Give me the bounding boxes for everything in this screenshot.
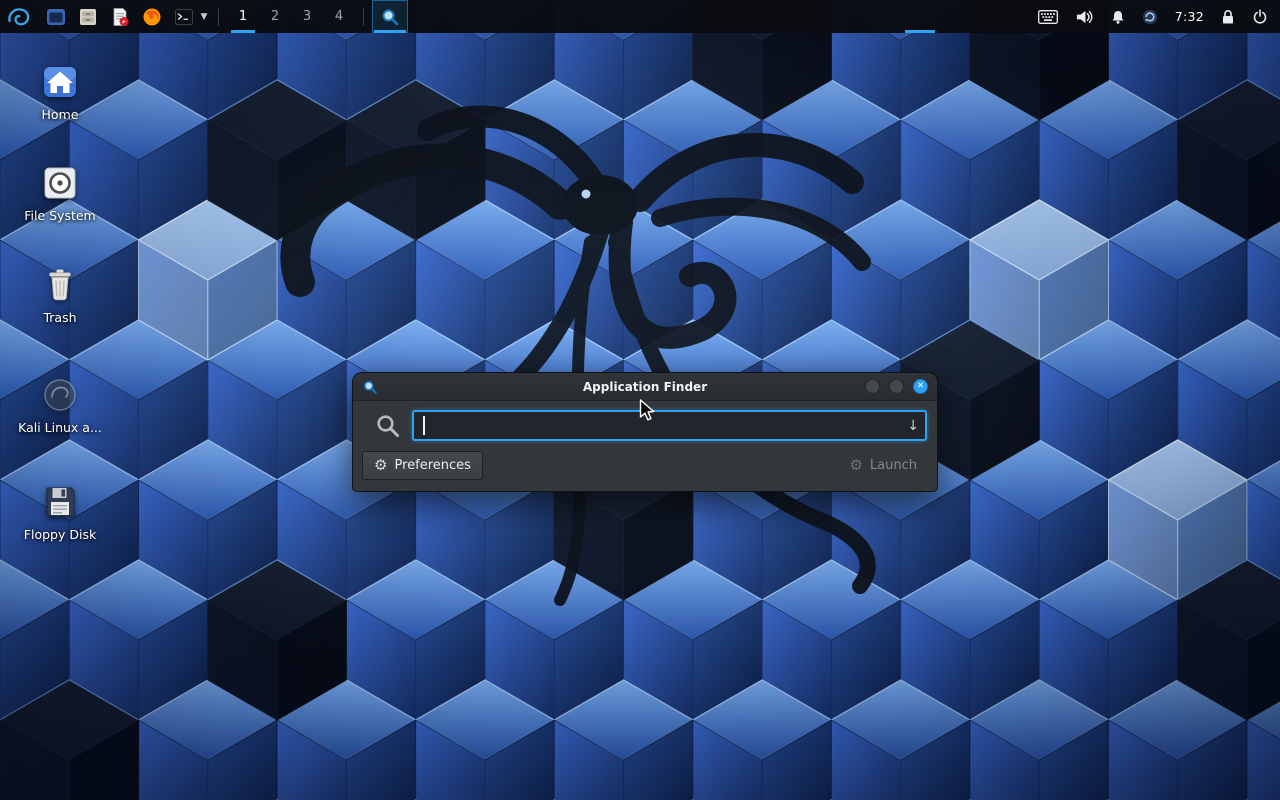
workspace-3[interactable]: 3	[291, 0, 323, 33]
search-icon	[375, 413, 401, 439]
preferences-label: Preferences	[394, 458, 470, 473]
search-row: ↓	[353, 401, 937, 445]
app-finder-icon	[380, 7, 400, 27]
notifications-tray-button[interactable]	[1111, 9, 1125, 25]
launch-label: Launch	[870, 458, 917, 473]
desktop-icon-trash[interactable]: Trash	[0, 265, 120, 325]
desktop-icon-label: File System	[0, 208, 120, 223]
bell-icon	[1111, 9, 1125, 25]
lock-screen-button[interactable]	[1221, 9, 1235, 25]
terminal-dropdown-button[interactable]: ▼	[198, 0, 210, 33]
keyboard-tray-button[interactable]	[1038, 10, 1058, 24]
titlebar[interactable]: Application Finder	[353, 373, 937, 401]
desktop-icon-label: Floppy Disk	[0, 527, 120, 542]
sync-icon	[1142, 9, 1158, 25]
kali-disc-icon	[40, 375, 80, 415]
launch-button[interactable]: ⚙ Launch	[838, 451, 928, 480]
floppy-disk-icon	[40, 482, 80, 522]
sync-tray-button[interactable]	[1142, 9, 1158, 25]
text-caret	[423, 416, 425, 435]
volume-icon	[1075, 9, 1094, 25]
home-icon	[40, 62, 80, 102]
panel-left-group: ▼ 1 2 3 4	[0, 0, 408, 33]
application-finder-window: Application Finder ↓ ⚙ Preferences ⚙ Lau…	[352, 372, 938, 492]
volume-tray-button[interactable]	[1075, 9, 1094, 25]
dropdown-arrow-icon[interactable]: ↓	[907, 419, 919, 433]
clock[interactable]: 7:32	[1175, 9, 1204, 24]
file-manager-launcher[interactable]	[74, 0, 102, 33]
top-panel: ▼ 1 2 3 4	[0, 0, 1280, 33]
document-edit-icon	[110, 7, 130, 27]
gear-icon: ⚙	[374, 458, 387, 473]
desktop-icon-label: Kali Linux a...	[0, 420, 120, 435]
firefox-launcher[interactable]	[138, 0, 166, 33]
workspace-1[interactable]: 1	[227, 0, 259, 33]
file-system-icon	[40, 163, 80, 203]
file-cabinet-icon	[78, 7, 98, 27]
workspace-2[interactable]: 2	[259, 0, 291, 33]
panel-separator	[218, 8, 219, 26]
tasklist-app-finder-button[interactable]	[372, 0, 408, 33]
desktop-icon-label: Home	[0, 107, 120, 122]
applications-menu-button[interactable]	[0, 0, 38, 33]
minimize-button[interactable]	[865, 379, 880, 394]
desktop-icon-kali-linux[interactable]: Kali Linux a...	[0, 375, 120, 435]
desktop-icon-file-system[interactable]: File System	[0, 163, 120, 223]
workspace-2-label: 2	[271, 9, 279, 24]
kali-menu-icon	[6, 4, 32, 30]
window-launcher[interactable]	[42, 0, 70, 33]
lock-icon	[1221, 9, 1235, 25]
trash-icon	[40, 265, 80, 305]
power-icon	[1252, 9, 1268, 25]
workspace-4[interactable]: 4	[323, 0, 355, 33]
search-input[interactable]	[412, 410, 927, 441]
window-controls	[865, 379, 928, 394]
desktop-icon-floppy-disk[interactable]: Floppy Disk	[0, 482, 120, 542]
text-editor-launcher[interactable]	[106, 0, 134, 33]
desktop-icon-home[interactable]: Home	[0, 62, 120, 122]
panel-separator	[363, 8, 364, 26]
window-title: Application Finder	[353, 380, 937, 394]
firefox-icon	[142, 7, 162, 27]
terminal-launcher[interactable]	[170, 0, 198, 33]
desktop-icon-label: Trash	[0, 310, 120, 325]
launch-icon: ⚙	[849, 458, 862, 473]
preferences-button[interactable]: ⚙ Preferences	[362, 451, 483, 480]
close-button[interactable]	[913, 379, 928, 394]
workspace-4-label: 4	[335, 9, 343, 24]
window-icon	[46, 7, 66, 27]
terminal-icon	[174, 7, 194, 27]
power-button[interactable]	[1252, 9, 1268, 25]
button-row: ⚙ Preferences ⚙ Launch	[353, 445, 937, 491]
keyboard-icon	[1038, 10, 1058, 24]
maximize-button[interactable]	[889, 379, 904, 394]
chevron-down-icon: ▼	[201, 12, 208, 22]
system-tray: 7:32	[1038, 0, 1280, 33]
app-finder-icon	[362, 379, 378, 395]
panel-active-indicator	[905, 30, 935, 33]
workspace-1-label: 1	[239, 9, 247, 24]
search-input-wrap: ↓	[412, 410, 927, 441]
workspace-3-label: 3	[303, 9, 311, 24]
